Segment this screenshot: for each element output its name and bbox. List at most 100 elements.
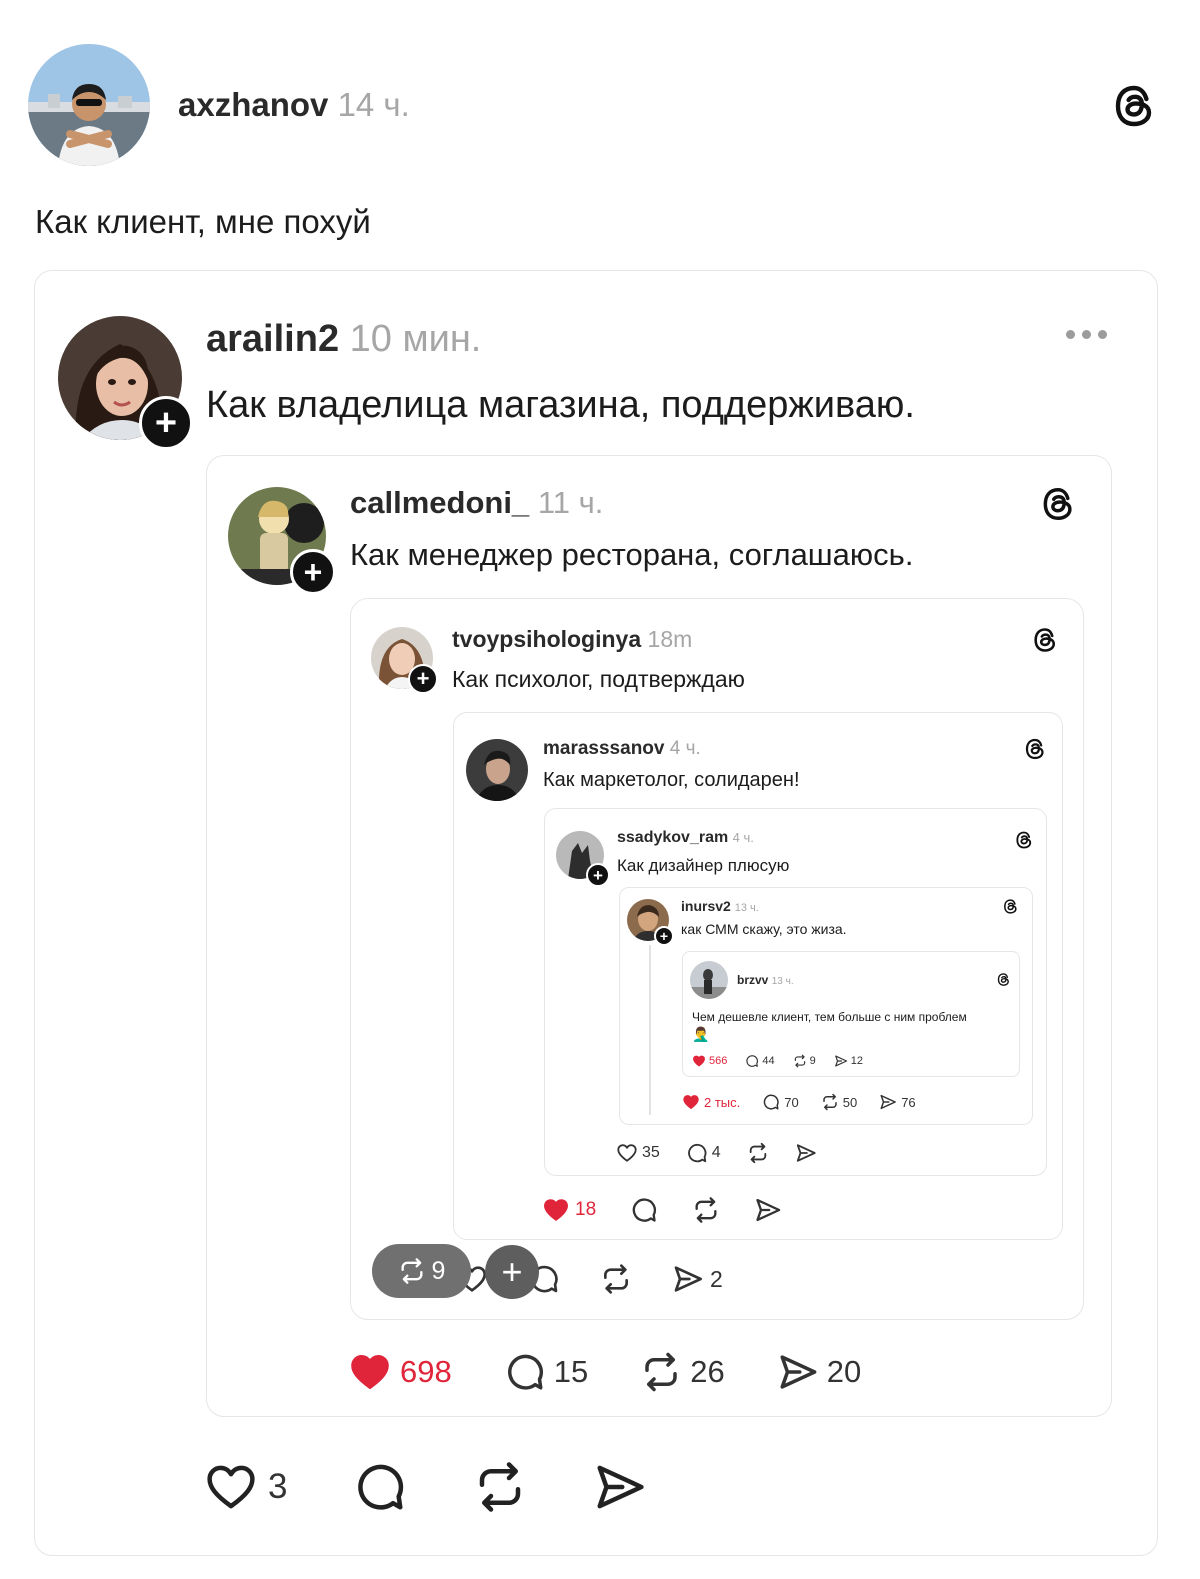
threads-logo-icon — [996, 972, 1011, 987]
quote1-text: Как владелица магазина, поддерживаю. — [206, 384, 915, 426]
repost-count: 50 — [842, 1094, 858, 1110]
quote4-username[interactable]: marasssanov 4 ч. — [543, 738, 701, 760]
follow-plus-icon[interactable]: + — [408, 664, 438, 694]
share-icon — [754, 1196, 782, 1224]
follow-plus-icon[interactable]: + — [586, 863, 610, 887]
comment-button[interactable]: 15 — [504, 1351, 588, 1393]
comment-button[interactable] — [353, 1460, 407, 1514]
quote1-action-bar: 698 15 26 20 — [348, 1350, 861, 1394]
like-count: 3 — [268, 1467, 288, 1506]
avatar-brzvv[interactable] — [690, 961, 728, 999]
quote2-username-text[interactable]: callmedoni_ — [350, 485, 529, 520]
quote3-username-text[interactable]: tvoypsihologinya — [452, 626, 641, 652]
comment-count: 4 — [711, 1144, 721, 1161]
post-username-text[interactable]: axzhanov — [178, 86, 328, 123]
heart-icon — [616, 1142, 638, 1164]
post-action-bar: 3 — [204, 1460, 647, 1514]
quote7-emoji: 🤦‍♂️ — [692, 1026, 710, 1042]
follow-plus-icon[interactable]: + — [654, 926, 674, 946]
quote5-username-text[interactable]: ssadykov_ram — [617, 829, 728, 846]
repost-count-pill[interactable]: 9 — [372, 1244, 471, 1298]
comment-count: 70 — [784, 1094, 799, 1110]
like-count: 2 тыс. — [704, 1094, 741, 1110]
comment-icon — [686, 1142, 708, 1164]
quote5-text: Как дизайнер плюсую — [617, 856, 790, 875]
like-button[interactable]: 698 — [348, 1350, 452, 1394]
comment-count: 15 — [553, 1354, 589, 1389]
heart-filled-icon — [542, 1196, 570, 1224]
quote6-time: 13 ч. — [734, 902, 759, 914]
share-button[interactable] — [593, 1460, 647, 1514]
like-button[interactable]: 566 — [692, 1054, 727, 1068]
quote4-username-text[interactable]: marasssanov — [543, 738, 664, 759]
like-count: 35 — [642, 1144, 660, 1161]
comment-icon — [630, 1196, 658, 1224]
like-button[interactable]: 2 тыс. — [682, 1093, 740, 1111]
comment-count: 44 — [762, 1055, 775, 1067]
share-count: 12 — [850, 1055, 863, 1067]
repost-button[interactable] — [600, 1263, 632, 1295]
comment-icon — [353, 1460, 407, 1514]
repost-button[interactable]: 26 — [640, 1351, 725, 1393]
share-button[interactable]: 20 — [777, 1351, 861, 1393]
share-count: 76 — [901, 1094, 916, 1110]
threads-logo-icon — [1039, 485, 1077, 523]
threads-logo-icon — [1031, 626, 1059, 654]
threads-logo-icon — [1023, 737, 1047, 761]
like-button[interactable]: 3 — [204, 1460, 287, 1514]
comment-button[interactable]: 44 — [745, 1054, 775, 1068]
repost-button[interactable] — [692, 1196, 720, 1224]
quote1-username-text[interactable]: arailin2 — [206, 318, 339, 360]
more-options-icon[interactable] — [1066, 330, 1107, 339]
share-icon — [879, 1093, 897, 1111]
quote3-username[interactable]: tvoypsihologinya 18m — [452, 626, 692, 653]
comment-button[interactable] — [630, 1196, 658, 1224]
quote7-username-text[interactable]: brzvv — [737, 973, 768, 987]
share-button[interactable]: 12 — [834, 1054, 863, 1068]
quote5-username[interactable]: ssadykov_ram 4 ч. — [617, 829, 754, 847]
heart-filled-icon — [348, 1350, 392, 1394]
quote6-action-bar: 566 44 9 12 — [692, 1054, 863, 1068]
quote1-username[interactable]: arailin2 10 мин. — [206, 318, 481, 361]
avatar-marasssanov[interactable] — [466, 739, 528, 801]
share-icon — [795, 1142, 817, 1164]
share-button[interactable]: 2 — [672, 1263, 723, 1295]
quote2-username[interactable]: callmedoni_ 11 ч. — [350, 485, 603, 521]
heart-filled-icon — [692, 1054, 706, 1068]
repost-button[interactable] — [747, 1142, 769, 1164]
share-icon — [834, 1054, 848, 1068]
share-button[interactable] — [754, 1196, 782, 1224]
like-button[interactable]: 35 — [616, 1142, 660, 1164]
repost-button[interactable] — [473, 1460, 527, 1514]
quote3-text: Как психолог, подтверждаю — [452, 666, 745, 692]
share-icon — [593, 1460, 647, 1514]
share-icon — [672, 1263, 704, 1295]
quote7-username[interactable]: brzvv 13 ч. — [737, 973, 794, 987]
like-button[interactable]: 18 — [542, 1196, 596, 1224]
repost-pill-count: 9 — [431, 1256, 446, 1285]
avatar-axzhanov[interactable] — [28, 44, 150, 166]
share-button[interactable]: 76 — [879, 1093, 916, 1111]
quote6-username-text[interactable]: inursv2 — [681, 898, 731, 914]
share-button[interactable] — [795, 1142, 817, 1164]
threads-logo-icon — [1014, 830, 1034, 850]
heart-icon — [204, 1460, 258, 1514]
share-count: 2 — [710, 1265, 723, 1292]
share-count: 20 — [826, 1354, 862, 1389]
follow-plus-icon[interactable]: + — [139, 396, 193, 450]
repost-button[interactable]: 50 — [821, 1093, 857, 1111]
follow-plus-icon[interactable]: + — [290, 549, 336, 595]
repost-icon — [747, 1142, 769, 1164]
repost-button[interactable]: 9 — [793, 1054, 816, 1068]
quote3-action-bar: 18 — [542, 1196, 782, 1224]
post-username[interactable]: axzhanov 14 ч. — [178, 86, 410, 124]
quote4-action-bar: 35 4 — [616, 1142, 817, 1164]
comment-button[interactable]: 4 — [686, 1142, 721, 1164]
quote2-text: Как менеджер ресторана, соглашаюсь. — [350, 537, 914, 572]
repost-icon — [821, 1093, 839, 1111]
quote6-username[interactable]: inursv2 13 ч. — [681, 898, 759, 914]
quote4-text: Как маркетолог, солидарен! — [543, 769, 800, 791]
add-plus-button[interactable]: + — [485, 1245, 539, 1299]
repost-icon — [793, 1054, 807, 1068]
comment-button[interactable]: 70 — [762, 1093, 799, 1111]
